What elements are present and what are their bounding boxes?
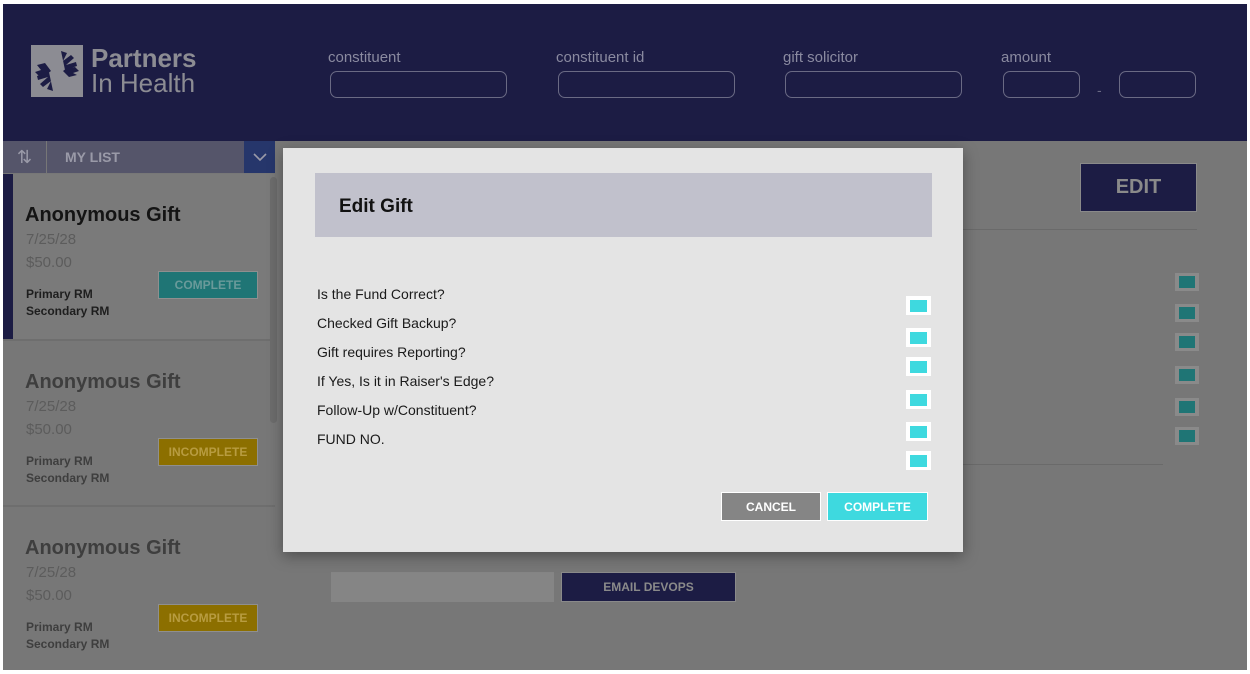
- constituent-input[interactable]: [330, 71, 507, 98]
- question-label: Is the Fund Correct?: [317, 286, 445, 302]
- question-label: Follow-Up w/Constituent?: [317, 402, 477, 418]
- filter-amount: amount -: [1001, 49, 1201, 98]
- logo-line2: In Health: [91, 68, 196, 98]
- cancel-button[interactable]: CANCEL: [721, 492, 821, 521]
- secondary-rm: Secondary RM: [26, 637, 110, 651]
- constituent-id-input[interactable]: [558, 71, 735, 98]
- status-badge: COMPLETE: [158, 271, 258, 299]
- email-devops-button[interactable]: EMAIL DEVOPS: [561, 572, 736, 602]
- gift-list-sidebar: ⇅ MY LIST Anonymous Gift 7/25/28 $50.00 …: [3, 141, 281, 670]
- list-title: MY LIST: [65, 149, 120, 165]
- primary-rm: Primary RM: [26, 287, 93, 301]
- sort-button[interactable]: ⇅: [3, 141, 47, 173]
- modal-header: Edit Gift: [315, 173, 932, 237]
- checkbox-fill: [910, 425, 927, 438]
- chevron-down-icon: [252, 152, 267, 161]
- gift-name: Anonymous Gift: [25, 537, 181, 559]
- checkbox[interactable]: [1175, 304, 1199, 322]
- checkbox-fill: [910, 360, 927, 373]
- checkbox-fill: [910, 331, 927, 344]
- filter-label-constituent-id: constituent id: [556, 49, 645, 66]
- modal-title: Edit Gift: [339, 196, 413, 217]
- selected-indicator: [3, 174, 13, 340]
- filter-label-amount: amount: [1001, 49, 1052, 66]
- checkbox[interactable]: [1175, 366, 1199, 384]
- checkbox-fill: [910, 393, 927, 406]
- checkbox-fill: [910, 299, 927, 312]
- complete-button[interactable]: COMPLETE: [827, 492, 928, 521]
- logo: Partners In Health: [31, 45, 197, 97]
- gift-amount: $50.00: [26, 254, 72, 271]
- checkbox[interactable]: [1175, 398, 1199, 416]
- edit-gift-modal: Edit Gift Is the Fund Correct? Checked G…: [283, 148, 963, 552]
- question-label: Checked Gift Backup?: [317, 315, 457, 331]
- section-divider: [963, 229, 1197, 230]
- filter-label-constituent: constituent: [328, 49, 401, 66]
- header-bar: Partners In Health constituent constitue…: [3, 4, 1247, 141]
- list-scrollbar[interactable]: [270, 177, 277, 423]
- section-divider: [963, 464, 1163, 465]
- gift-list-item[interactable]: Anonymous Gift 7/25/28 $50.00 COMPLETE P…: [3, 174, 275, 340]
- secondary-rm: Secondary RM: [26, 304, 110, 318]
- gift-amount: $50.00: [26, 421, 72, 438]
- question-label: FUND NO.: [317, 431, 385, 447]
- amount-range-separator: -: [1097, 82, 1102, 98]
- checkbox[interactable]: [1175, 333, 1199, 351]
- filter-gift-solicitor: gift solicitor: [783, 49, 962, 98]
- checkbox[interactable]: [1175, 427, 1199, 445]
- secondary-rm: Secondary RM: [26, 471, 110, 485]
- gift-name: Anonymous Gift: [25, 371, 181, 393]
- status-badge: INCOMPLETE: [158, 438, 258, 466]
- primary-rm: Primary RM: [26, 620, 93, 634]
- gift-date: 7/25/28: [26, 564, 77, 581]
- gift-backup-checkbox[interactable]: [906, 328, 931, 347]
- in-raisers-edge-checkbox[interactable]: [906, 390, 931, 409]
- gift-name: Anonymous Gift: [25, 204, 181, 226]
- edit-button[interactable]: EDIT: [1080, 163, 1197, 212]
- sort-up-down-icon: ⇅: [16, 146, 33, 167]
- filter-constituent: constituent: [328, 49, 507, 98]
- amount-min-input[interactable]: [1003, 71, 1080, 98]
- checkbox[interactable]: [1175, 273, 1199, 291]
- fund-no-checkbox[interactable]: [906, 451, 931, 470]
- email-message-input[interactable]: [331, 572, 554, 602]
- logo-text: Partners In Health: [91, 45, 197, 98]
- status-badge: INCOMPLETE: [158, 604, 258, 632]
- gift-solicitor-input[interactable]: [785, 71, 962, 98]
- hands-logo-icon: [31, 45, 83, 97]
- question-label: Gift requires Reporting?: [317, 344, 466, 360]
- requires-reporting-checkbox[interactable]: [906, 357, 931, 376]
- gift-date: 7/25/28: [26, 231, 77, 248]
- checkbox-fill: [910, 454, 927, 467]
- filter-label-gift-solicitor: gift solicitor: [783, 49, 859, 66]
- question-label: If Yes, Is it in Raiser's Edge?: [317, 373, 494, 389]
- primary-rm: Primary RM: [26, 454, 93, 468]
- list-header: ⇅ MY LIST: [3, 141, 275, 173]
- gift-amount: $50.00: [26, 587, 72, 604]
- filter-constituent-id: constituent id: [556, 49, 735, 98]
- gift-list-item[interactable]: Anonymous Gift 7/25/28 $50.00 INCOMPLETE…: [3, 341, 275, 507]
- fund-correct-checkbox[interactable]: [906, 296, 931, 315]
- gift-date: 7/25/28: [26, 398, 77, 415]
- gift-list-item[interactable]: Anonymous Gift 7/25/28 $50.00 INCOMPLETE…: [3, 507, 275, 670]
- amount-max-input[interactable]: [1119, 71, 1196, 98]
- follow-up-checkbox[interactable]: [906, 422, 931, 441]
- app-window: Partners In Health constituent constitue…: [3, 4, 1247, 670]
- list-dropdown-button[interactable]: [244, 141, 275, 173]
